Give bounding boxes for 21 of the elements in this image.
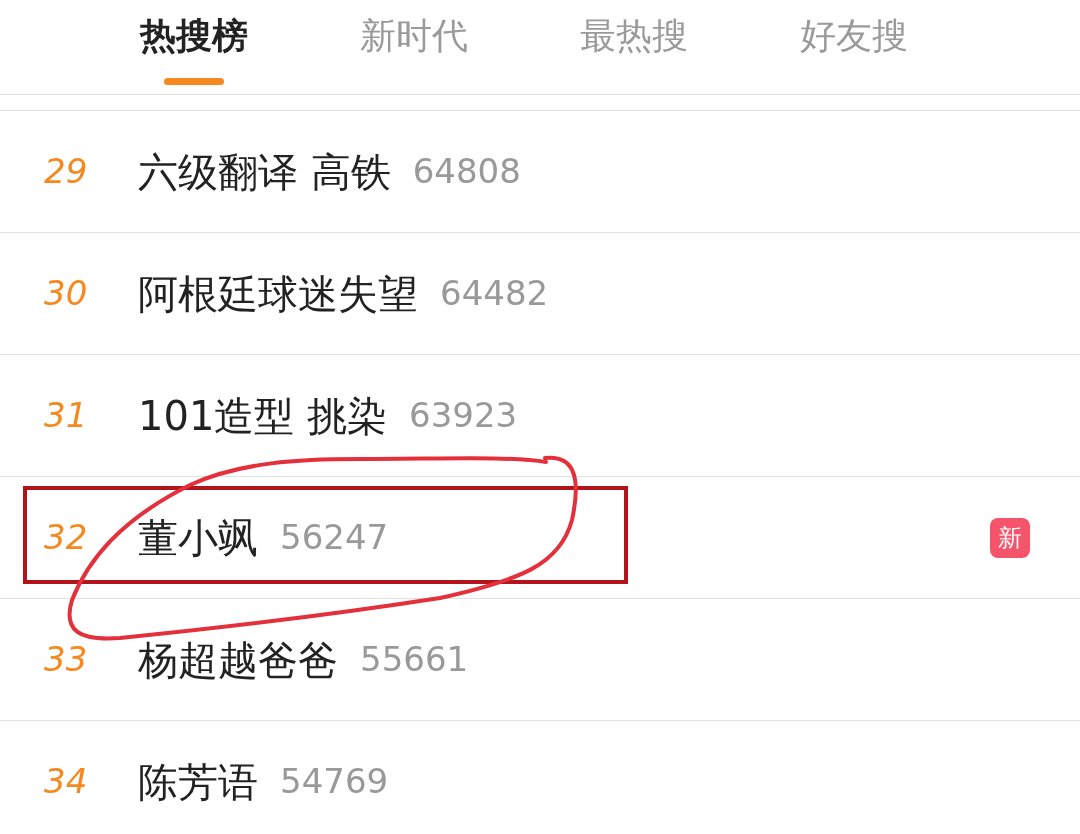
tab[interactable]: 热搜榜 <box>140 0 248 95</box>
search-count: 64482 <box>440 272 549 315</box>
rank-number: 29 <box>43 150 89 193</box>
search-count: 54769 <box>280 760 389 803</box>
topic-title[interactable]: 101造型 挑染 <box>138 385 388 446</box>
topic-title[interactable]: 董小飒 <box>138 507 258 568</box>
search-count: 63923 <box>409 394 518 437</box>
topic-title[interactable]: 六级翻译 高铁 <box>138 141 391 202</box>
rank-number: 34 <box>43 760 89 803</box>
rank-number: 31 <box>43 394 89 437</box>
topic-title[interactable]: 陈芳语 <box>138 751 258 812</box>
search-count: 64808 <box>412 150 521 193</box>
rank-number: 30 <box>43 272 89 315</box>
topic-title[interactable]: 阿根廷球迷失望 <box>138 263 418 324</box>
new-badge: 新 <box>990 517 1030 558</box>
rank-number: 33 <box>43 638 89 681</box>
tab-indicator <box>164 78 224 85</box>
topic-title[interactable]: 杨超越爸爸 <box>138 629 338 690</box>
search-count: 55661 <box>360 638 469 681</box>
rank-number: 32 <box>43 516 89 559</box>
search-count: 56247 <box>280 516 389 559</box>
